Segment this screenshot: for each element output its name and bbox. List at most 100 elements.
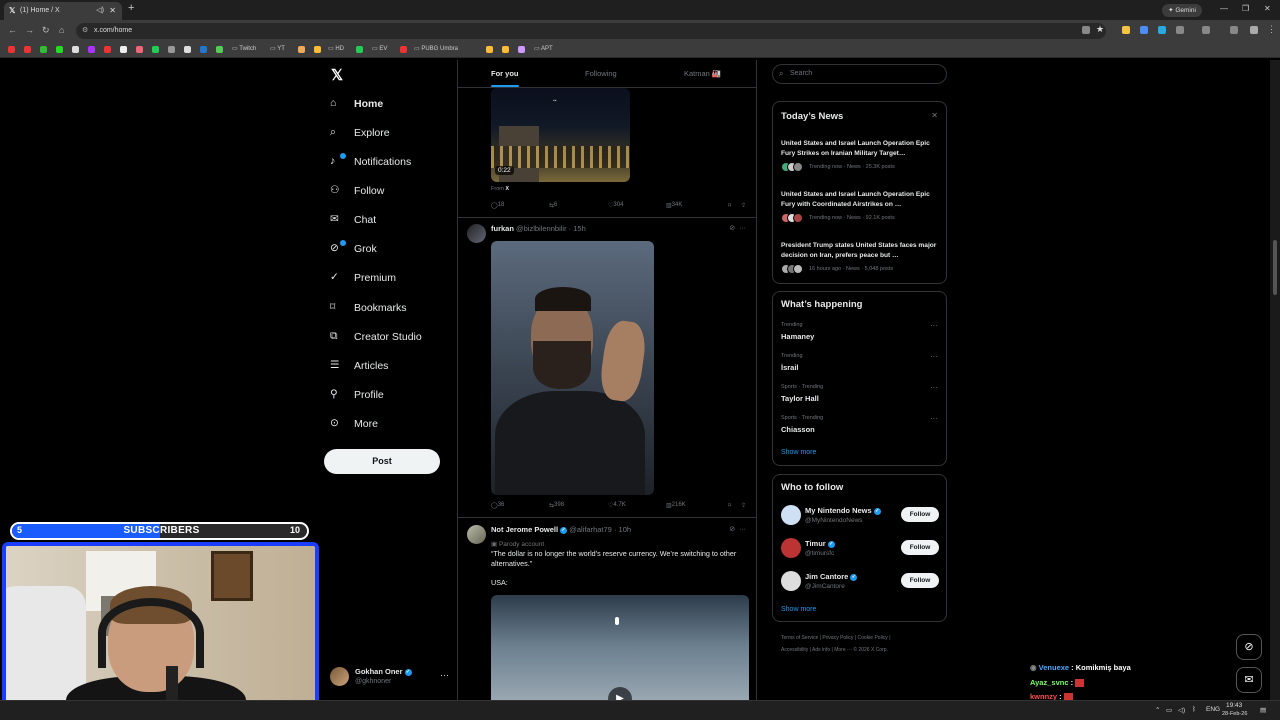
back-icon[interactable]: ← [8, 25, 17, 35]
sidepanel-icon[interactable] [1202, 26, 1210, 34]
grok-icon[interactable]: ⊘ ··· [729, 525, 746, 533]
site-info-icon[interactable]: ⚙ [82, 23, 88, 39]
sidebar-item-premium[interactable]: ✓ Premium [330, 268, 396, 288]
follow-button[interactable]: Follow [901, 507, 939, 522]
bookmark-icon[interactable]: ⌑ [728, 502, 731, 509]
footer-link[interactable]: Accessibility [781, 647, 808, 653]
follow-suggestion-name[interactable]: Timur ✓ [805, 539, 835, 548]
post-author[interactable]: furkan @bizlbilennbilir · 15h [491, 224, 586, 233]
bookmark-folder-yt[interactable]: ▭ YT [270, 45, 285, 52]
extension-icon[interactable] [1158, 26, 1166, 34]
footer-link[interactable]: More ··· [834, 647, 852, 653]
bookmark-icon[interactable] [40, 46, 47, 53]
bookmark-icon[interactable] [72, 46, 79, 53]
sidebar-item-notifications[interactable]: ♪ Notifications [330, 152, 411, 172]
tab-following[interactable]: Following [585, 69, 617, 78]
extensions-puzzle-icon[interactable] [1176, 26, 1184, 34]
repost-button[interactable]: ⇆ 398 [549, 502, 564, 509]
trend-name[interactable]: Hamaney [781, 332, 814, 341]
bookmark-icon[interactable] [216, 46, 223, 53]
avatar[interactable] [467, 224, 486, 243]
follow-button[interactable]: Follow [901, 540, 939, 555]
show-more-link[interactable]: Show more [781, 449, 816, 456]
more-icon[interactable]: ··· [930, 352, 938, 361]
close-window-icon[interactable]: ✕ [1264, 4, 1271, 13]
more-icon[interactable]: ··· [930, 414, 938, 423]
bookmark-icon[interactable]: ⌑ [728, 202, 731, 209]
page-scrollbar[interactable] [1270, 60, 1280, 700]
bookmark-icon[interactable] [168, 46, 175, 53]
footer-link[interactable]: Cookie Policy [858, 635, 888, 641]
new-tab-button[interactable]: + [128, 2, 134, 14]
bookmark-icon[interactable] [152, 46, 159, 53]
like-button[interactable]: ♡ 304 [608, 202, 623, 209]
sidebar-item-explore[interactable]: ⌕ Explore [330, 123, 390, 143]
like-button[interactable]: ♡ 4.7K [608, 502, 626, 509]
reply-button[interactable]: ◯ 18 [491, 202, 504, 209]
clock-date[interactable]: 28-Feb-26 [1222, 711, 1247, 717]
avatar[interactable] [781, 571, 801, 591]
more-icon[interactable]: ··· [930, 321, 938, 330]
download-icon[interactable] [1230, 26, 1238, 34]
bookmark-icon[interactable] [518, 46, 525, 53]
footer-link[interactable]: Privacy Policy [822, 635, 853, 641]
search-input[interactable]: ⌕ Search [772, 64, 947, 84]
notification-center-icon[interactable]: ▤ [1260, 706, 1266, 714]
language-indicator[interactable]: ENG [1206, 706, 1220, 713]
reload-icon[interactable]: ↻ [42, 25, 50, 36]
news-headline[interactable]: United States and Israel Launch Operatio… [781, 139, 941, 159]
sidebar-item-more[interactable]: ⊙ More [330, 414, 378, 434]
follow-suggestion-name[interactable]: My Nintendo News ✓ [805, 506, 881, 515]
bookmark-icon[interactable] [314, 46, 321, 53]
star-icon[interactable]: ★ [1096, 24, 1104, 35]
bookmark-icon[interactable] [502, 46, 509, 53]
gemini-button[interactable]: ✦ Gemini [1162, 4, 1202, 17]
trend-name[interactable]: İsrail [781, 363, 799, 372]
footer-link[interactable]: Terms of Service [781, 635, 818, 641]
bookmark-icon[interactable] [200, 46, 207, 53]
grok-fab-button[interactable]: ⊘ [1236, 634, 1262, 660]
share-icon[interactable]: ⇪ [741, 502, 746, 509]
x-logo-icon[interactable]: 𝕏 [331, 66, 343, 84]
bookmark-folder-ev[interactable]: ▭ EV [372, 45, 387, 52]
bookmark-icon[interactable] [104, 46, 111, 53]
close-icon[interactable]: ✕ [109, 2, 116, 20]
forward-icon[interactable]: → [25, 25, 34, 35]
bookmark-icon[interactable] [8, 46, 15, 53]
bookmark-icon[interactable] [298, 46, 305, 53]
avatar[interactable] [467, 525, 486, 544]
bookmark-icon[interactable] [184, 46, 191, 53]
views-button[interactable]: ▥ 216K [666, 502, 686, 509]
post-author[interactable]: Not Jerome Powell ✓ @alifarhat79 · 10h [491, 525, 631, 534]
extension-icon[interactable] [1122, 26, 1130, 34]
volume-icon[interactable]: ◁) [1178, 706, 1185, 714]
tray-chevron-icon[interactable]: ⌃ [1155, 706, 1160, 714]
more-icon[interactable]: ··· [440, 670, 449, 680]
post-video[interactable] [491, 241, 654, 495]
bookmark-folder-twitch[interactable]: ▭ Twitch [232, 45, 256, 52]
bookmark-folder-apt[interactable]: ▭ APT [534, 45, 553, 52]
home-icon[interactable]: ⌂ [59, 25, 64, 35]
bookmark-icon[interactable] [136, 46, 143, 53]
footer-link[interactable]: Ads info [812, 647, 830, 653]
more-icon[interactable]: ··· [930, 383, 938, 392]
bookmark-icon[interactable] [56, 46, 63, 53]
tab-katman[interactable]: Katman 🏭 [684, 69, 721, 78]
follow-button[interactable]: Follow [901, 573, 939, 588]
bookmark-icon[interactable] [486, 46, 493, 53]
news-headline[interactable]: United States and Israel Launch Operatio… [781, 190, 941, 210]
address-bar[interactable]: ⚙ x.com/home [76, 23, 1106, 39]
menu-icon[interactable]: ⋮ [1267, 24, 1276, 35]
clock-time[interactable]: 19:43 [1226, 702, 1242, 709]
bookmark-icon[interactable] [120, 46, 127, 53]
bookmark-folder-hd[interactable]: ▭ HD [328, 45, 344, 52]
follow-suggestion-name[interactable]: Jim Cantore ✓ [805, 572, 858, 581]
sidebar-item-bookmarks[interactable]: ⌑ Bookmarks [330, 298, 407, 318]
avatar[interactable] [781, 538, 801, 558]
show-more-link[interactable]: Show more [781, 606, 816, 613]
bookmark-icon[interactable] [24, 46, 31, 53]
news-headline[interactable]: President Trump states United States fac… [781, 241, 941, 261]
sidebar-item-profile[interactable]: ⚲ Profile [330, 385, 384, 405]
sidebar-item-chat[interactable]: ✉ Chat [330, 210, 376, 230]
speaker-icon[interactable]: ◁) [96, 2, 104, 20]
